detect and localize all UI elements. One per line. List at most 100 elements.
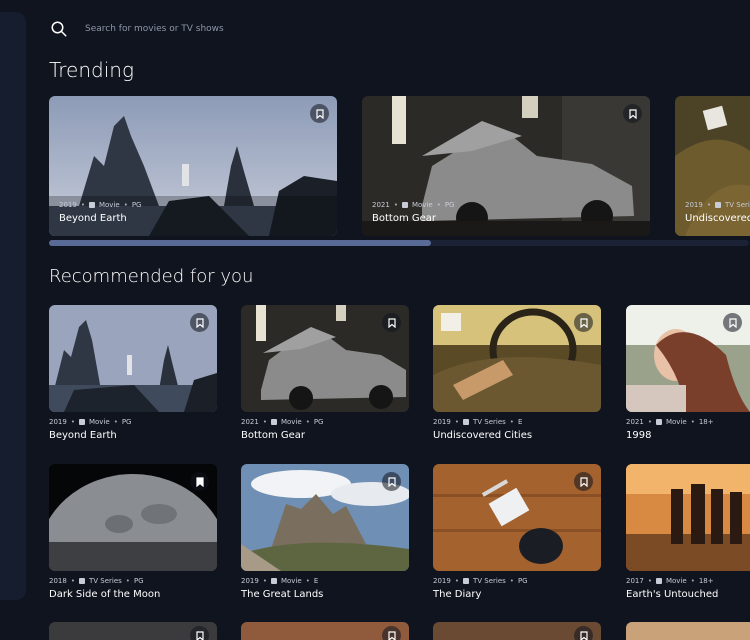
media-rating: PG xyxy=(131,201,142,209)
media-title: Bottom Gear xyxy=(372,213,436,224)
recommended-heading: Recommended for you xyxy=(49,266,254,287)
media-title: Undiscovered xyxy=(685,213,750,224)
media-year: 2019 xyxy=(59,201,77,209)
bookmark-button[interactable] xyxy=(574,313,593,332)
bookmark-button[interactable] xyxy=(723,313,742,332)
media-info: 2017 • Movie • 18+ Earth's Untouched xyxy=(626,577,718,600)
search-bar[interactable] xyxy=(50,20,387,38)
media-thumbnail[interactable] xyxy=(626,305,750,412)
media-thumbnail[interactable] xyxy=(626,464,750,571)
media-title[interactable]: Beyond Earth xyxy=(49,430,131,441)
media-title: Beyond Earth xyxy=(59,213,127,224)
bookmark-button[interactable] xyxy=(623,104,642,123)
media-meta: 2021 • Movie • PG xyxy=(241,418,324,426)
media-thumbnail[interactable] xyxy=(433,464,601,571)
media-thumbnail[interactable] xyxy=(49,464,217,571)
media-info: 2021 • Movie • PG Bottom Gear xyxy=(241,418,323,441)
search-icon xyxy=(51,21,67,37)
media-info: 2019 • TV Series • E Undiscovered Cities xyxy=(433,418,532,441)
media-meta: 2019 • TV Series • E xyxy=(433,418,523,426)
media-thumbnail[interactable] xyxy=(433,305,601,412)
media-thumbnail[interactable] xyxy=(49,305,217,412)
bookmark-icon xyxy=(728,317,737,328)
media-rating: PG xyxy=(121,418,132,426)
media-category: Movie xyxy=(98,201,120,209)
tv-icon xyxy=(462,419,469,425)
media-rating: E xyxy=(313,577,319,585)
media-title[interactable]: Earth's Untouched xyxy=(626,589,718,600)
film-icon xyxy=(78,419,85,425)
media-year: 2019 xyxy=(49,418,67,426)
bookmark-icon xyxy=(315,108,324,119)
trending-card[interactable]: 2019• TV Series Undiscovered xyxy=(675,96,750,236)
media-rating: PG xyxy=(444,201,455,209)
media-title[interactable]: The Diary xyxy=(433,589,528,600)
media-title[interactable]: Undiscovered Cities xyxy=(433,430,532,441)
sidebar-nav[interactable] xyxy=(0,12,26,600)
tv-icon xyxy=(714,202,721,208)
tv-icon xyxy=(78,578,85,584)
media-category: Movie xyxy=(280,418,302,426)
trending-heading: Trending xyxy=(49,58,134,82)
bookmark-button[interactable] xyxy=(574,472,593,491)
bookmark-icon xyxy=(579,317,588,328)
media-year: 2017 xyxy=(626,577,644,585)
media-thumbnail[interactable] xyxy=(433,622,601,640)
media-meta: 2018 • TV Series • PG xyxy=(49,577,144,585)
media-category: Movie xyxy=(665,577,687,585)
film-icon xyxy=(655,419,662,425)
media-rating: 18+ xyxy=(698,577,714,585)
media-category: TV Series xyxy=(724,201,750,209)
tv-icon xyxy=(462,578,469,584)
media-rating: 18+ xyxy=(698,418,714,426)
bookmark-button[interactable] xyxy=(574,626,593,640)
media-info: 2021 • Movie • 18+ 1998 xyxy=(626,418,714,441)
media-year: 2019 xyxy=(433,577,451,585)
media-meta: 2019 • TV Series • PG xyxy=(433,577,528,585)
media-info: 2019 • Movie • PG Beyond Earth xyxy=(49,418,131,441)
bookmark-button[interactable] xyxy=(190,626,209,640)
media-title[interactable]: 1998 xyxy=(626,430,714,441)
media-thumbnail[interactable] xyxy=(241,305,409,412)
media-category: TV Series xyxy=(88,577,122,585)
bookmark-icon xyxy=(195,317,204,328)
thumbnail-image xyxy=(626,464,750,571)
media-thumbnail[interactable] xyxy=(241,464,409,571)
bookmark-button[interactable] xyxy=(382,472,401,491)
media-category: TV Series xyxy=(472,577,506,585)
media-meta: 2019• TV Series xyxy=(685,201,750,209)
film-icon xyxy=(270,419,277,425)
bookmark-icon xyxy=(628,108,637,119)
bookmark-button[interactable] xyxy=(190,472,209,491)
media-title[interactable]: Bottom Gear xyxy=(241,430,323,441)
media-year: 2018 xyxy=(49,577,67,585)
media-year: 2021 xyxy=(626,418,644,426)
bookmark-button[interactable] xyxy=(190,313,209,332)
media-rating: PG xyxy=(313,418,324,426)
media-thumbnail[interactable] xyxy=(241,622,409,640)
media-info: 2018 • TV Series • PG Dark Side of the Moo… xyxy=(49,577,160,600)
trending-card[interactable]: 2019 • Movie • PG Beyond Earth xyxy=(49,96,337,236)
bookmark-button[interactable] xyxy=(382,313,401,332)
media-title[interactable]: Dark Side of the Moon xyxy=(49,589,160,600)
media-thumbnail[interactable] xyxy=(49,622,217,640)
media-thumbnail[interactable] xyxy=(626,622,750,640)
bookmark-button[interactable] xyxy=(310,104,329,123)
trending-scrollbar[interactable] xyxy=(49,240,749,246)
film-icon xyxy=(270,578,277,584)
media-category: Movie xyxy=(280,577,302,585)
media-year: 2019 xyxy=(685,201,703,209)
media-year: 2021 xyxy=(372,201,390,209)
media-year: 2021 xyxy=(241,418,259,426)
trending-card[interactable]: 2021 • Movie • PG Bottom Gear xyxy=(362,96,650,236)
bookmark-button[interactable] xyxy=(382,626,401,640)
bookmark-icon xyxy=(195,476,204,487)
media-title[interactable]: The Great Lands xyxy=(241,589,323,600)
media-year: 2019 xyxy=(241,577,259,585)
scrollbar-thumb[interactable] xyxy=(49,240,431,246)
media-rating: PG xyxy=(517,577,528,585)
search-input[interactable] xyxy=(83,23,387,35)
bookmark-icon xyxy=(387,476,396,487)
bookmark-icon xyxy=(579,476,588,487)
film-icon xyxy=(88,202,95,208)
